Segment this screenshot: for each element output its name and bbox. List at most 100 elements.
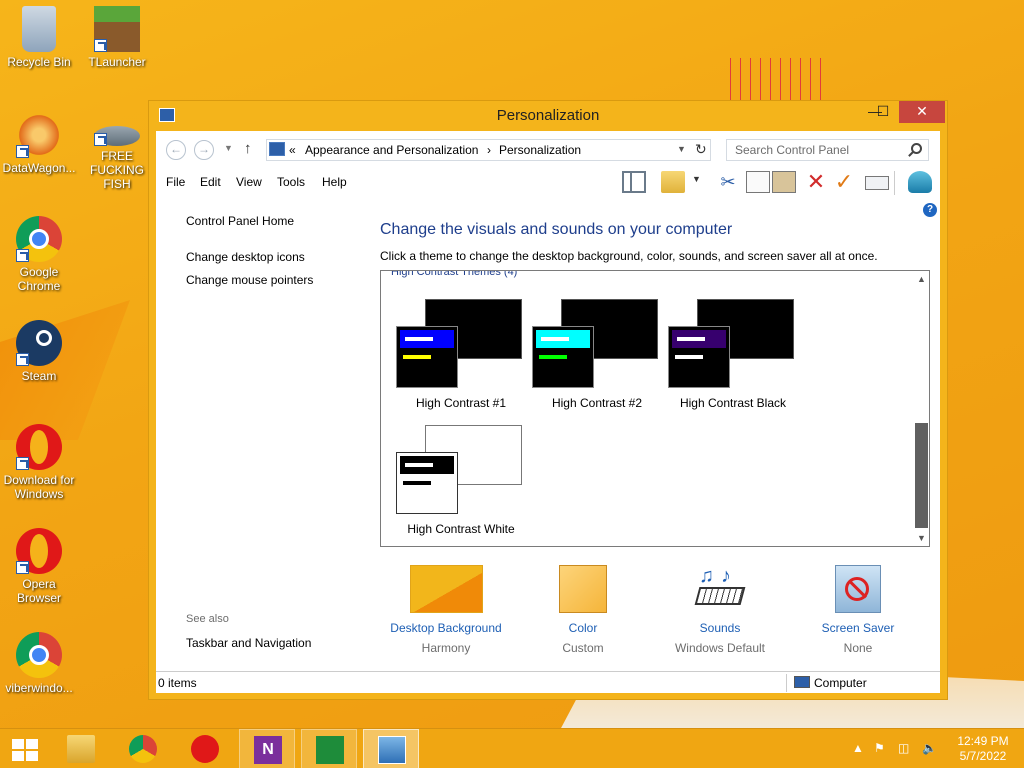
sounds-label[interactable]: Sounds xyxy=(645,621,795,635)
folder-options-icon[interactable] xyxy=(661,171,685,193)
desktop-icon-label: Download for Windows xyxy=(3,473,75,501)
breadcrumb-personalization[interactable]: Personalization xyxy=(499,143,581,157)
window-client-area: ← → ▼ ↑ « Appearance and Personalization… xyxy=(156,131,940,693)
theme-preview-title xyxy=(672,330,726,348)
taskbar-chrome[interactable] xyxy=(115,729,171,768)
desktop-icon-viber[interactable]: viberwindo... xyxy=(0,632,78,695)
paste-icon[interactable] xyxy=(772,171,796,193)
desktop-background-label[interactable]: Desktop Background xyxy=(371,621,521,635)
start-button[interactable] xyxy=(12,739,38,761)
window-title: Personalization xyxy=(496,107,600,124)
desktop-background-item[interactable]: Desktop Background Harmony xyxy=(371,565,521,655)
folder-options-dropdown[interactable]: ▼ xyxy=(692,174,702,196)
sounds-item[interactable]: ♫ ♪ Sounds Windows Default xyxy=(645,565,795,655)
cut-icon[interactable]: ✂ xyxy=(716,171,740,193)
menu-file[interactable]: File xyxy=(166,175,185,189)
windows-logo-icon xyxy=(26,739,38,749)
desktop-icon-tlauncher[interactable]: TLauncher xyxy=(78,6,156,69)
menu-view[interactable]: View xyxy=(236,175,262,189)
desktop-icon-label: FREE FUCKING FISH xyxy=(90,149,144,191)
link-taskbar-navigation[interactable]: Taskbar and Navigation xyxy=(186,636,311,650)
taskbar-file-explorer[interactable] xyxy=(53,729,109,768)
desktop-icon-label: Recycle Bin xyxy=(7,55,71,69)
screen-saver-icon xyxy=(835,565,881,613)
taskbar-chart-app[interactable] xyxy=(301,729,357,768)
screen-saver-item[interactable]: Screen Saver None xyxy=(783,565,933,655)
page-title: Change the visuals and sounds on your co… xyxy=(380,221,733,238)
fish-icon xyxy=(94,126,140,146)
status-bar: 0 items Computer xyxy=(156,671,940,693)
address-dropdown[interactable]: ▼ xyxy=(677,144,686,154)
toolbar-divider xyxy=(894,171,895,195)
scroll-down-icon[interactable]: ▼ xyxy=(917,533,926,543)
taskbar-onenote[interactable]: N xyxy=(239,729,295,768)
taskbar-opera[interactable] xyxy=(177,729,233,768)
action-center-flag-icon[interactable]: ⚑ xyxy=(874,741,885,755)
delete-icon[interactable]: ✕ xyxy=(804,171,828,193)
steam-icon xyxy=(16,320,62,366)
theme-label: High Contrast Black xyxy=(679,396,787,410)
desktop-icon-steam[interactable]: Steam xyxy=(0,320,78,383)
keyboard-icon xyxy=(694,587,746,605)
menu-tools[interactable]: Tools xyxy=(277,175,305,189)
title-bar[interactable]: Personalization — ☐ ✕ xyxy=(149,101,947,131)
theme-label: High Contrast #1 xyxy=(415,396,507,410)
breadcrumb-overflow[interactable]: « xyxy=(289,143,296,157)
search-icon[interactable] xyxy=(911,143,922,154)
link-change-mouse-pointers[interactable]: Change mouse pointers xyxy=(186,273,313,287)
music-note-icon: ♪ xyxy=(721,565,731,587)
copy-icon[interactable] xyxy=(746,171,770,193)
tray-overflow-icon[interactable]: ▲ xyxy=(852,741,864,755)
desktop-icon-download-opera[interactable]: Download for Windows xyxy=(0,424,78,501)
search-placeholder: Search Control Panel xyxy=(735,143,850,157)
theme-high-contrast-1[interactable]: High Contrast #1 xyxy=(396,299,526,421)
menu-help[interactable]: Help xyxy=(322,175,347,189)
back-button[interactable]: ← xyxy=(166,140,186,160)
search-input[interactable]: Search Control Panel xyxy=(726,139,929,161)
maximize-button[interactable]: ☐ xyxy=(869,101,897,123)
breadcrumb-separator[interactable]: › xyxy=(487,143,491,157)
shortcut-arrow-icon xyxy=(16,457,29,470)
theme-high-contrast-black[interactable]: High Contrast Black xyxy=(668,299,798,421)
page-subtitle: Click a theme to change the desktop back… xyxy=(380,249,878,263)
theme-label: High Contrast #2 xyxy=(551,396,643,410)
desktop-icon-fish[interactable]: FREE FUCKING FISH xyxy=(78,112,156,191)
volume-muted-icon[interactable]: 🔈 xyxy=(922,741,937,755)
system-clock[interactable]: 12:49 PM 5/7/2022 xyxy=(952,734,1014,764)
desktop-icon-datawagon[interactable]: DataWagon... xyxy=(0,112,78,175)
desktop-icon-google-chrome[interactable]: Google Chrome xyxy=(0,216,78,293)
color-label[interactable]: Color xyxy=(508,621,658,635)
breadcrumb-appearance[interactable]: Appearance and Personalization xyxy=(305,143,478,157)
desktop-icon-recycle-bin[interactable]: Recycle Bin xyxy=(0,6,78,69)
folder-icon xyxy=(67,735,95,763)
help-icon[interactable]: ? xyxy=(923,203,937,217)
address-bar[interactable]: « Appearance and Personalization › Perso… xyxy=(266,139,711,161)
properties-icon[interactable] xyxy=(865,176,889,190)
up-button[interactable]: ↑ xyxy=(244,140,252,157)
recycle-bin-icon xyxy=(22,6,56,52)
see-also-label: See also xyxy=(186,613,229,625)
theme-high-contrast-white[interactable]: High Contrast White xyxy=(396,425,526,546)
refresh-icon[interactable]: ↻ xyxy=(695,141,707,158)
control-panel-icon xyxy=(269,142,285,156)
theme-group-header[interactable]: High Contrast Themes (4) xyxy=(391,271,517,278)
screen-saver-label[interactable]: Screen Saver xyxy=(783,621,933,635)
color-item[interactable]: Color Custom xyxy=(508,565,658,655)
theme-high-contrast-2[interactable]: High Contrast #2 xyxy=(532,299,662,421)
link-change-desktop-icons[interactable]: Change desktop icons xyxy=(186,250,305,264)
link-control-panel-home[interactable]: Control Panel Home xyxy=(186,214,294,228)
taskbar-control-panel[interactable] xyxy=(363,729,419,768)
network-icon[interactable]: ◫ xyxy=(898,741,909,755)
forward-button[interactable]: → xyxy=(194,140,214,160)
close-button[interactable]: ✕ xyxy=(899,101,945,123)
scroll-up-icon[interactable]: ▲ xyxy=(917,274,926,284)
desktop-icon-opera-browser[interactable]: Opera Browser xyxy=(0,528,78,605)
clock-date: 5/7/2022 xyxy=(959,749,1007,763)
preview-pane-icon[interactable] xyxy=(622,171,646,193)
checkmark-icon[interactable]: ✓ xyxy=(832,171,856,193)
item-count: 0 items xyxy=(158,676,197,690)
shell-icon[interactable] xyxy=(908,171,932,193)
scrollbar-thumb[interactable] xyxy=(915,423,928,528)
recent-pages-dropdown[interactable]: ▼ xyxy=(224,143,233,153)
menu-edit[interactable]: Edit xyxy=(200,175,221,189)
